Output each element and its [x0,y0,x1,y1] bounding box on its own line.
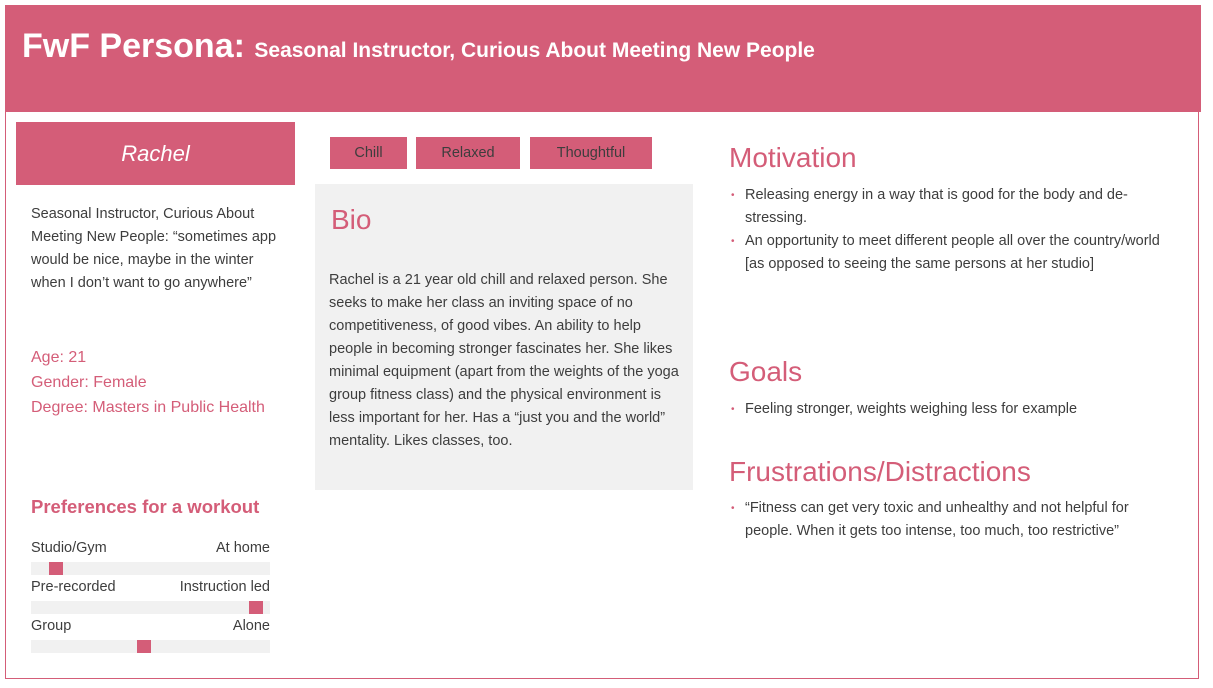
bullet-icon: • [731,503,735,514]
trait-tag-chill: Chill [330,137,407,169]
preference-knob [49,562,63,575]
gender-label: Gender: [31,374,89,391]
persona-name-box: Rachel [16,122,295,185]
bio-title: Bio [331,204,372,235]
trait-label: Relaxed [441,145,495,161]
page-subtitle: Seasonal Instructor, Curious About Meeti… [254,39,815,62]
bullet-icon: • [731,236,735,247]
preference-left-label: Group [31,618,72,634]
list-item-text: “Fitness can get very toxic and unhealth… [745,500,1129,539]
bio-text: Rachel is a 21 year old chill and relaxe… [329,272,679,449]
preference-knob [137,640,151,653]
preference-slider-recorded-led: Pre-recorded Instruction led [31,579,270,617]
trait-label: Chill [354,145,383,161]
trait-tag-relaxed: Relaxed [416,137,520,169]
persona-quote: Seasonal Instructor, Curious About Meeti… [31,206,277,291]
list-item: • An opportunity to meet different people… [729,230,1174,276]
gender-value: Female [93,374,147,391]
preference-slider-studio-home: Studio/Gym At home [31,540,270,578]
header-banner: FwF Persona: Seasonal Instructor, Curiou… [5,5,1201,112]
degree-value: Masters in Public Health [92,399,265,416]
bullet-icon: • [731,404,735,415]
age-value: 21 [68,349,87,366]
degree-row: Degree: Masters in Public Health [31,396,276,419]
frustrations-title: Frustrations/Distractions [729,456,1031,487]
preference-right-label: At home [216,540,270,556]
list-item: • Releasing energy in a way that is good … [729,184,1174,230]
preference-right-label: Instruction led [179,579,270,595]
motivation-title: Motivation [729,142,857,173]
list-item-text: An opportunity to meet different people … [745,233,1160,272]
title-main: FwF Persona: [22,27,245,65]
list-item-text: Feeling stronger, weights weighing less … [745,401,1078,417]
preference-track [31,601,270,614]
trait-tag-thoughtful: Thoughtful [530,137,652,169]
list-item: • “Fitness can get very toxic and unhealt… [729,497,1174,543]
list-item-text: Releasing energy in a way that is good f… [745,187,1128,226]
degree-label: Degree: [31,399,88,416]
goals-title: Goals [729,356,803,387]
preferences-title: Preferences for a workout [31,496,260,517]
age-label: Age: [31,349,64,366]
age-row: Age: 21 [31,346,276,369]
preference-left-label: Pre-recorded [31,579,116,595]
list-item: • Feeling stronger, weights weighing less… [729,398,1174,421]
trait-label: Thoughtful [556,145,626,161]
page-title: FwF Persona: Seasonal Instructor, Curiou… [22,27,815,66]
persona-facts: Age: 21 Gender: Female Degree: Masters i… [31,346,276,421]
motivation-list: • Releasing energy in a way that is good … [729,184,1174,276]
preference-slider-group-alone: Group Alone [31,618,270,656]
preference-knob [249,601,263,614]
bio-panel: Bio Rachel is a 21 year old chill and re… [315,184,693,490]
preference-left-label: Studio/Gym [31,540,107,556]
bullet-icon: • [731,190,735,201]
frustrations-list: • “Fitness can get very toxic and unhealt… [729,497,1174,543]
gender-row: Gender: Female [31,371,276,394]
preference-track [31,562,270,575]
preference-right-label: Alone [232,618,270,634]
goals-list: • Feeling stronger, weights weighing less… [729,398,1174,421]
persona-name: Rachel [121,140,190,166]
